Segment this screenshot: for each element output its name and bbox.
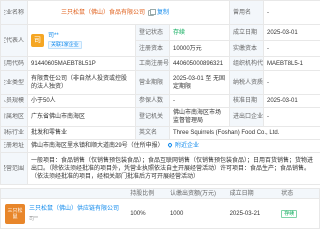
copy-button[interactable]: 复制: [157, 9, 169, 17]
approved-value: 2025-03-01: [263, 94, 320, 108]
avatar[interactable]: 司: [31, 34, 44, 47]
taxpayer-value: -: [263, 70, 320, 95]
import-code-label: 进出口企业代码: [229, 107, 264, 127]
row-scope: 经营范围 一般项目：食品销售（仅销售预包装食品）；食品互联网销售（仅销售预包装食…: [0, 152, 320, 185]
company-type-label: 企业类型: [4, 79, 24, 86]
ratio-value: 100%: [130, 210, 146, 217]
legal-rep-label: 法定代表人: [4, 37, 24, 44]
row-type: 企业类型 有限责任公司（非自然人投资或控股的法人独资） 营业期限 2025-03…: [0, 70, 320, 95]
label-cell: 企业名称: [0, 0, 28, 25]
english-label: 英文名: [135, 126, 170, 140]
org-code-label: 组织机构代码: [229, 56, 264, 71]
amount-value: 1000: [169, 210, 184, 217]
address-label: 注册地址: [4, 143, 24, 149]
insured-label: 参保人数: [135, 94, 170, 108]
header-amount: 认缴出资额(万元): [169, 190, 216, 197]
paid-capital-label: 实缴资本: [229, 40, 264, 57]
investee-cell: 三只松鼠 三只松鼠（佛山）供应链有限公司 司**: [1, 203, 130, 224]
investee-name-link[interactable]: 三只松鼠（佛山）供应链有限公司: [29, 205, 119, 213]
status-badge: 存续: [281, 209, 298, 218]
company-name: 三只松鼠（佛山）食品有限公司: [61, 9, 146, 16]
region-label: 所属地区: [4, 114, 24, 120]
table-row[interactable]: 三只松鼠 三只松鼠（佛山）供应链有限公司 司** 100% 1000 2025-…: [0, 199, 320, 229]
paid-capital-value: -: [263, 40, 320, 57]
company-name-cell: 三只松鼠（佛山）食品有限公司 复制: [27, 0, 230, 25]
label-cell: 经营范围: [0, 152, 28, 185]
credit-code-value: 91440605MAEBT8L51P: [27, 56, 136, 71]
company-name-label: 企业名称: [4, 9, 24, 16]
industry-label: 国标行业: [4, 130, 24, 136]
scope-value: 一般项目：食品销售（仅销售预包装食品）；食品互联网销售（仅销售预包装食品）；日用…: [27, 152, 320, 185]
company-logo: 三只松鼠: [5, 203, 25, 224]
english-name-value: Three Squirrels (Foshan) Food Co., Ltd.: [169, 126, 320, 140]
label-cell: 人员规模: [0, 94, 28, 108]
scope-label: 经营范围: [4, 165, 24, 172]
reg-no-label: 工商注册号: [135, 56, 170, 71]
business-info-table: 企业名称 三只松鼠（佛山）食品有限公司 复制 曾用名 - 法定代表人 司 司**…: [0, 0, 320, 185]
copy-icon[interactable]: [148, 8, 157, 16]
address-value: 佛山市南海区里水镇和顺大道南29号（住所申报）: [31, 143, 164, 149]
location-pin-icon: [167, 142, 174, 148]
investee-legal-rep: 司**: [29, 215, 38, 222]
insured-value: -: [169, 94, 230, 108]
industry-value: 批发和零售业: [27, 126, 136, 140]
reg-no-value: 440605000896321: [169, 56, 230, 71]
row-region: 所属地区 广东省佛山市南海区 登记机关 佛山市南海区市场监督管理局 进出口企业代…: [0, 107, 320, 127]
investment-table: 持股比例 认缴出资额(万元) 成立日期 状态 三只松鼠 三只松鼠（佛山）供应链有…: [0, 188, 320, 229]
header-status: 状态: [281, 190, 294, 197]
staff-value: 小于50人: [27, 94, 136, 108]
import-code-value: -: [263, 107, 320, 127]
status-label: 登记状态: [135, 24, 170, 41]
credit-code-label: 统一社会信用代码: [4, 60, 24, 67]
founded-value: 2025-03-01: [263, 24, 320, 41]
legal-rep-name[interactable]: 司**: [48, 32, 82, 40]
related-company-tag[interactable]: 关联1家企业: [48, 41, 82, 49]
taxpayer-label: 纳税人资质: [229, 70, 264, 95]
alias-label: 曾用名: [229, 0, 264, 25]
capital-value: 10000万元: [169, 40, 230, 57]
term-label: 营业期限: [135, 70, 170, 95]
date-value: 2025-03-21: [229, 210, 261, 217]
nearby-companies-link[interactable]: 附近企业: [175, 143, 199, 149]
authority-label: 登记机关: [135, 107, 170, 127]
label-cell: 所属地区: [0, 107, 28, 127]
alias-value: -: [263, 0, 320, 25]
investment-header: 持股比例 认缴出资额(万元) 成立日期 状态: [0, 188, 320, 199]
status-cell: 存续: [281, 209, 319, 218]
row-staff: 人员规模 小于50人 参保人数 - 核准日期 2025-03-01: [0, 94, 320, 108]
header-ratio: 持股比例: [130, 190, 155, 197]
row-company-name: 企业名称 三只松鼠（佛山）食品有限公司 复制 曾用名 -: [0, 0, 320, 25]
org-code-value: MAEBT8L5-1: [263, 56, 320, 71]
label-cell: 统一社会信用代码: [0, 56, 28, 71]
label-cell: 国标行业: [0, 126, 28, 140]
status-value: 存续: [169, 24, 230, 41]
header-date: 成立日期: [229, 190, 254, 197]
label-cell: 企业类型: [0, 70, 28, 95]
founded-label: 成立日期: [229, 24, 264, 41]
row-codes: 统一社会信用代码 91440605MAEBT8L51P 工商注册号 440605…: [0, 56, 320, 71]
address-cell: 佛山市南海区里水镇和顺大道南29号（住所申报） 附近企业: [27, 139, 320, 153]
staff-label: 人员规模: [4, 98, 24, 104]
capital-label: 注册资本: [135, 40, 170, 57]
company-type-value: 有限责任公司（非自然人投资或控股的法人独资）: [27, 70, 136, 95]
region-value: 广东省佛山市南海区: [27, 107, 136, 127]
term-value: 2025-03-01 至 无固定期限: [169, 70, 230, 95]
label-cell: 注册地址: [0, 139, 28, 153]
label-cell: 法定代表人: [0, 24, 28, 57]
approved-label: 核准日期: [229, 94, 264, 108]
row-address: 注册地址 佛山市南海区里水镇和顺大道南29号（住所申报） 附近企业: [0, 139, 320, 153]
authority-value: 佛山市南海区市场监督管理局: [169, 107, 230, 127]
row-legal-rep-a: 法定代表人 司 司** 关联1家企业 登记状态 存续 成立日期 2025-03-…: [0, 24, 320, 57]
row-industry: 国标行业 批发和零售业 英文名 Three Squirrels (Foshan)…: [0, 126, 320, 140]
legal-rep-cell: 司 司** 关联1家企业: [27, 24, 136, 57]
